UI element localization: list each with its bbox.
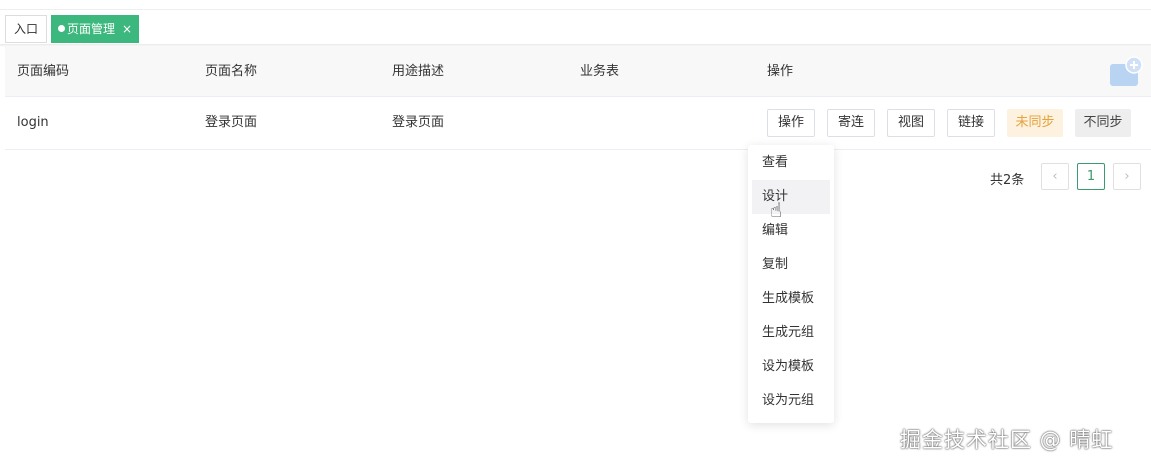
total-count: 共2条 [990, 173, 1025, 188]
menu-item-set-template[interactable]: 设为模板 [752, 350, 830, 384]
active-dot-icon [58, 25, 65, 32]
cell-code: login [17, 115, 49, 130]
tab-entry[interactable]: 入口 [5, 15, 48, 43]
cell-name: 登录页面 [205, 115, 258, 130]
unsynced-button[interactable]: 未同步 [1007, 109, 1063, 137]
page-1-button[interactable]: 1 [1077, 163, 1105, 190]
table-header: 页面编码 页面名称 用途描述 业务表 操作 [5, 46, 1151, 97]
cell-description: 登录页面 [392, 115, 445, 130]
header-page-name: 页面名称 [205, 64, 258, 79]
ji-lian-button[interactable]: 寄连 [827, 109, 875, 137]
header-business-table: 业务表 [580, 64, 620, 79]
hand-cursor-icon: ☝ [770, 198, 783, 222]
header-page-code: 页面编码 [17, 64, 70, 79]
add-folder-icon[interactable] [1109, 56, 1143, 88]
prev-page-button[interactable]: ‹ [1041, 163, 1069, 190]
page-table: 页面编码 页面名称 用途描述 业务表 操作 login 登录页面 登录页面 操作… [5, 46, 1151, 150]
tab-page-management[interactable]: 页面管理 × [51, 15, 140, 43]
menu-item-edit[interactable]: 编辑 [752, 214, 830, 248]
link-button[interactable]: 链接 [947, 109, 995, 137]
tab-label: 入口 [14, 22, 39, 36]
next-page-button[interactable]: › [1113, 163, 1141, 190]
tab-label: 页面管理 [67, 22, 116, 36]
header-description: 用途描述 [392, 64, 445, 79]
operate-dropdown-menu: 查看 设计 编辑 复制 生成模板 生成元组 设为模板 设为元组 [748, 145, 834, 423]
top-divider [0, 9, 1151, 10]
menu-item-generate-template[interactable]: 生成模板 [752, 282, 830, 316]
operate-button[interactable]: 操作 [767, 109, 815, 137]
menu-item-copy[interactable]: 复制 [752, 248, 830, 282]
menu-item-generate-tuple[interactable]: 生成元组 [752, 316, 830, 350]
watermark: 掘金技术社区 @ 晴虹 [900, 428, 1114, 452]
menu-item-set-tuple[interactable]: 设为元组 [752, 384, 830, 418]
close-icon[interactable]: × [122, 22, 132, 36]
header-actions: 操作 [767, 64, 794, 79]
view-button[interactable]: 视图 [887, 109, 935, 137]
no-sync-button[interactable]: 不同步 [1075, 109, 1131, 137]
table-row: login 登录页面 登录页面 操作 寄连 视图 链接 未同步 不同步 [5, 97, 1151, 149]
menu-item-design[interactable]: 设计 [752, 180, 830, 214]
menu-item-view[interactable]: 查看 [752, 146, 830, 180]
